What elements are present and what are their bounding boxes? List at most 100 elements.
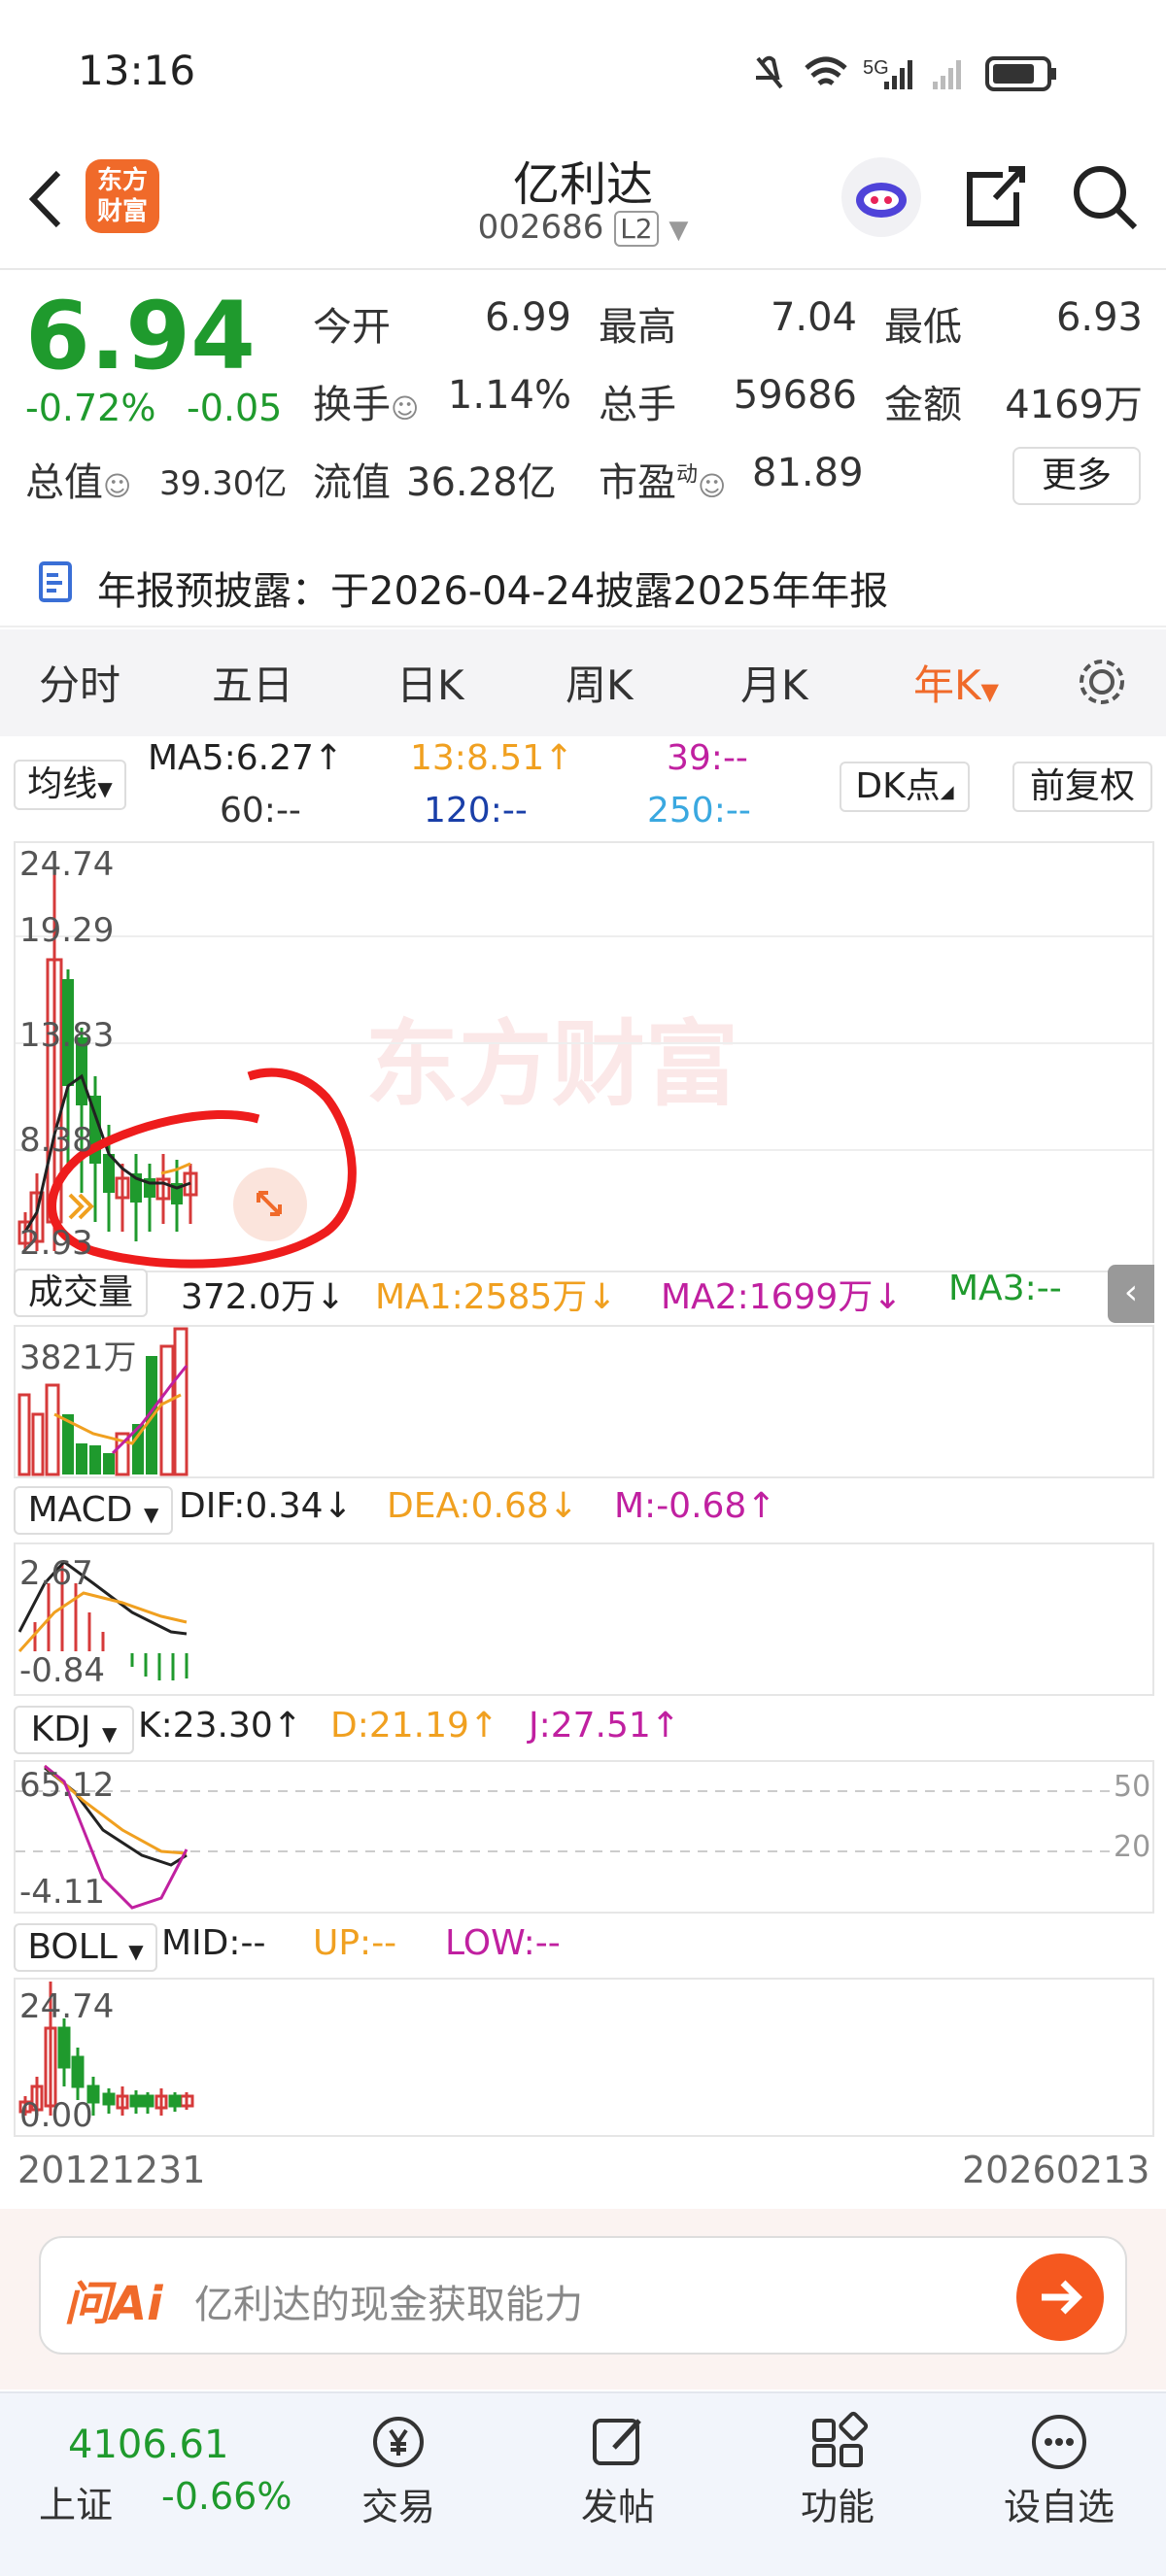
kline-axis-2: 19.29 bbox=[19, 911, 115, 950]
period-tabs: 分时 五日 日K 周K 月K 年K▼ bbox=[0, 629, 1166, 736]
notice-bar[interactable]: 年报预披露：于2026-04-24披露2025年年报 bbox=[0, 540, 1166, 627]
change-pct: -0.72% bbox=[25, 387, 156, 429]
level-badge: L2 bbox=[614, 211, 659, 247]
nav-add-watch[interactable]: 设自选 bbox=[981, 2411, 1137, 2530]
float-label: 流值 bbox=[313, 460, 391, 505]
volume-value: 372.0万↓ bbox=[181, 1277, 346, 1317]
boll-low: LOW:-- bbox=[445, 1923, 561, 1963]
amount-value: 4169万 bbox=[1005, 383, 1143, 427]
boll-svg bbox=[18, 1982, 194, 2116]
ai-send-button[interactable] bbox=[1016, 2254, 1104, 2341]
turnover-value: 1.14% bbox=[447, 373, 571, 418]
stock-code: 002686 bbox=[477, 208, 604, 247]
date-start: 20121231 bbox=[17, 2149, 206, 2191]
bottom-nav: 4106.61 上证 -0.66% 交易 发帖 功能 设自选 bbox=[0, 2391, 1166, 2576]
kdj-axis-min: -4.11 bbox=[19, 1873, 105, 1912]
kdj-k: K:23.30↑ bbox=[138, 1706, 302, 1746]
kdj-ref-20: 20 bbox=[1114, 1830, 1151, 1864]
open-label: 今开 bbox=[313, 305, 391, 350]
macd-selector[interactable]: MACD ▼ bbox=[14, 1486, 173, 1535]
macd-m: M:-0.68↑ bbox=[614, 1486, 776, 1526]
assistant-avatar-icon[interactable] bbox=[841, 157, 921, 237]
volume-axis-max: 3821万 bbox=[19, 1339, 137, 1377]
index-change[interactable]: -0.66% bbox=[161, 2475, 292, 2518]
tab-fenshi[interactable]: 分时 bbox=[39, 653, 120, 712]
pe-value: 81.89 bbox=[752, 451, 864, 495]
status-bar: 13:16 5G bbox=[0, 0, 1166, 146]
kdj-ref-50: 50 bbox=[1114, 1770, 1151, 1804]
ma39-value: 39:-- bbox=[667, 738, 748, 778]
ma60-value: 60:-- bbox=[220, 791, 301, 830]
kline-svg bbox=[16, 863, 1152, 1269]
kdj-svg bbox=[16, 1764, 1114, 1910]
ai-prompt: 亿利达的现金获取能力 bbox=[194, 2283, 583, 2327]
notice-text: 年报预披露：于2026-04-24披露2025年年报 bbox=[97, 569, 889, 614]
boll-mid: MID:-- bbox=[161, 1923, 266, 1963]
status-icons: 5G bbox=[756, 55, 1056, 91]
dk-point-button[interactable]: DK点◢ bbox=[840, 762, 970, 812]
open-value: 6.99 bbox=[484, 295, 571, 340]
ma-selector[interactable]: 均线▼ bbox=[14, 760, 126, 810]
index-name[interactable]: 上证 bbox=[39, 2475, 113, 2528]
adjust-button[interactable]: 前复权 bbox=[1012, 762, 1152, 812]
document-icon bbox=[39, 561, 72, 602]
nav-add-watch-label: 设自选 bbox=[1003, 2486, 1115, 2528]
macd-axis-max: 2.67 bbox=[19, 1554, 93, 1593]
volume-svg bbox=[17, 1327, 189, 1476]
index-value[interactable]: 4106.61 bbox=[68, 2423, 228, 2467]
mktcap-value: 39.30亿 bbox=[159, 464, 288, 503]
volume-ma1: MA1:2585万↓ bbox=[375, 1277, 617, 1317]
macd-dea: DEA:0.68↓ bbox=[387, 1486, 578, 1526]
grid-icon bbox=[812, 2411, 869, 2467]
pe-label: 市盈动☺ bbox=[599, 460, 727, 505]
tab-month-k[interactable]: 月K bbox=[740, 653, 808, 712]
gear-icon[interactable] bbox=[1073, 653, 1131, 711]
share-icon[interactable] bbox=[960, 159, 1028, 233]
more-dots-icon bbox=[1032, 2415, 1086, 2469]
low-value: 6.93 bbox=[1055, 295, 1143, 340]
turnover-label: 换手☺ bbox=[313, 383, 420, 427]
more-button[interactable]: 更多 bbox=[1012, 447, 1141, 505]
signal-icon-2 bbox=[933, 60, 961, 89]
tab-week-k[interactable]: 周K bbox=[566, 653, 634, 712]
volume-ma3: MA3:-- bbox=[948, 1269, 1062, 1308]
kline-axis-5: 2.93 bbox=[19, 1224, 93, 1263]
collapse-panel-icon[interactable]: ‹ bbox=[1108, 1265, 1154, 1323]
yen-exchange-icon bbox=[373, 2417, 424, 2467]
tab-wuri[interactable]: 五日 bbox=[212, 653, 293, 712]
network-label: 5G bbox=[863, 57, 889, 79]
boll-up: UP:-- bbox=[313, 1923, 397, 1963]
high-value: 7.04 bbox=[770, 295, 857, 340]
high-label: 最高 bbox=[599, 305, 676, 350]
boll-chart: 24.74 0.00 bbox=[14, 1978, 1154, 2137]
nav-post[interactable]: 发帖 bbox=[540, 2411, 696, 2530]
kline-axis-3: 13.83 bbox=[19, 1016, 115, 1055]
ma250-value: 250:-- bbox=[647, 791, 751, 830]
change-value: -0.05 bbox=[187, 387, 283, 429]
kdj-chart: 65.12 -4.11 50 20 bbox=[14, 1760, 1154, 1914]
chevron-down-icon[interactable]: ▼ bbox=[669, 216, 688, 245]
search-icon[interactable] bbox=[1067, 159, 1141, 233]
volume-selector[interactable]: 成交量 bbox=[14, 1269, 148, 1317]
stock-header: 东方财富 亿利达 002686 L2 ▼ bbox=[0, 146, 1166, 270]
wifi-icon bbox=[805, 56, 847, 85]
edit-icon bbox=[593, 2419, 641, 2465]
macd-dif: DIF:0.34↓ bbox=[179, 1486, 353, 1526]
kline-axis-4: 8.38 bbox=[19, 1121, 93, 1160]
boll-axis-min: 0.00 bbox=[19, 2096, 93, 2135]
nav-trade[interactable]: 交易 bbox=[321, 2411, 476, 2530]
battery-icon bbox=[985, 56, 1056, 91]
tab-day-k[interactable]: 日K bbox=[396, 653, 464, 712]
ai-input[interactable]: 问Ai 亿利达的现金获取能力 bbox=[39, 2236, 1127, 2355]
boll-axis-max: 24.74 bbox=[19, 1987, 115, 2026]
ma13-value: 13:8.51↑ bbox=[410, 738, 574, 778]
nav-function[interactable]: 功能 bbox=[760, 2411, 915, 2530]
kdj-selector[interactable]: KDJ ▼ bbox=[14, 1706, 134, 1754]
kline-chart[interactable]: 东方财富 24.74 19.29 13.83 8.38 2.93 bbox=[14, 841, 1154, 1272]
volume-label: 总手 bbox=[599, 383, 676, 427]
low-label: 最低 bbox=[884, 305, 962, 350]
tab-year-k[interactable]: 年K▼ bbox=[913, 653, 999, 712]
macd-chart: 2.67 -0.84 bbox=[14, 1542, 1154, 1696]
boll-selector[interactable]: BOLL ▼ bbox=[14, 1923, 157, 1972]
volume-ma2: MA2:1699万↓ bbox=[661, 1277, 903, 1317]
